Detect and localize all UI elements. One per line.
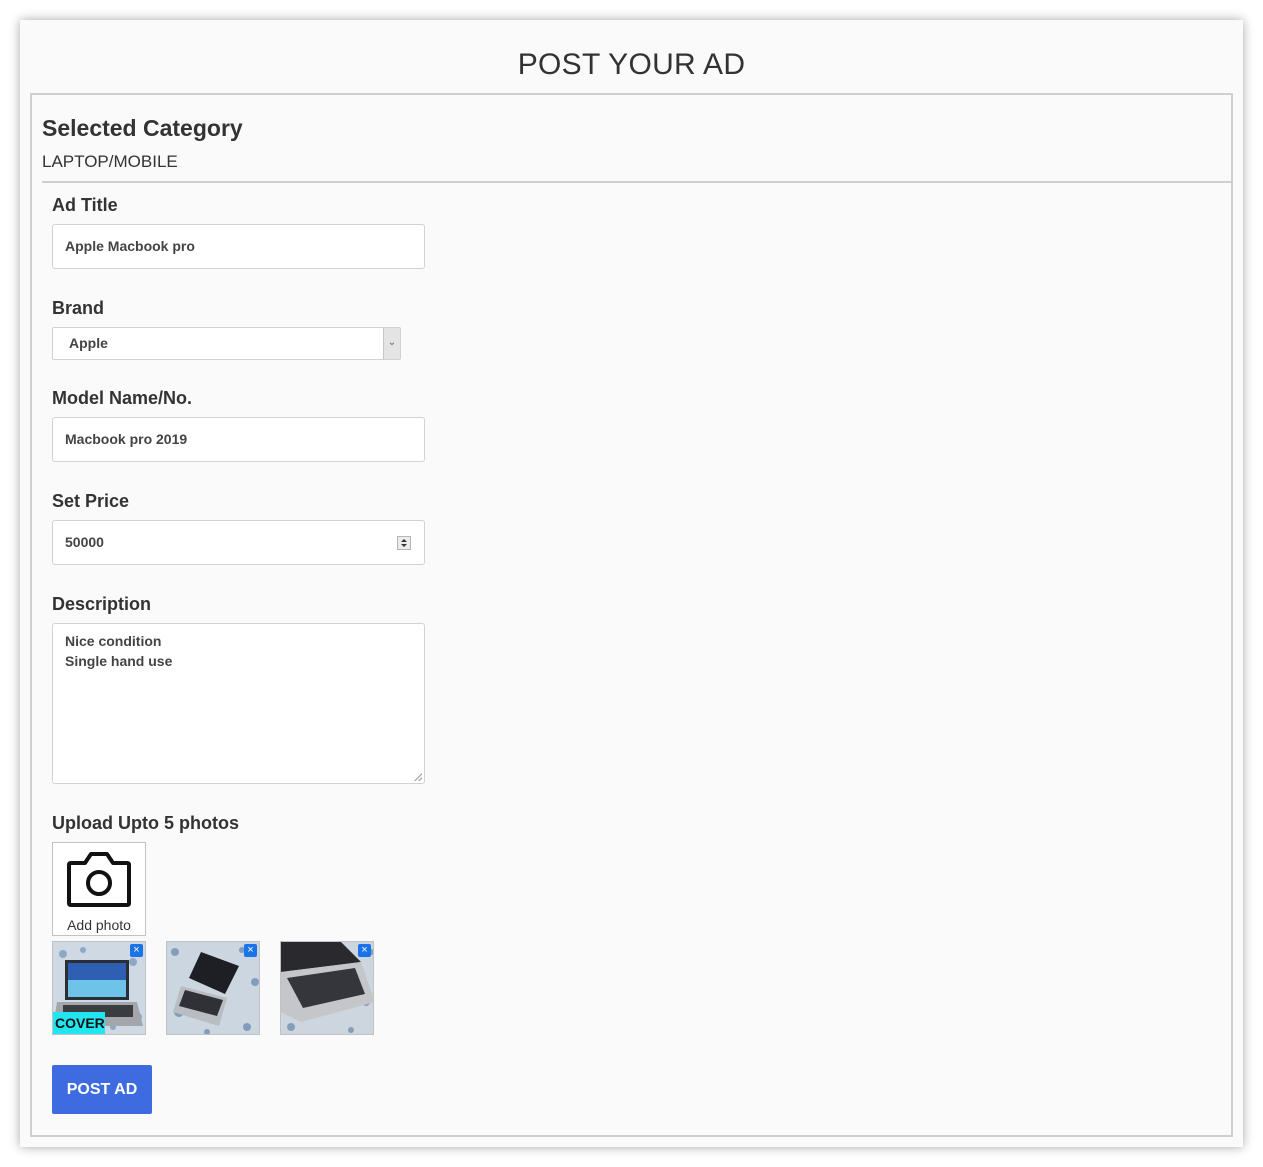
- cover-badge: COVER: [53, 1012, 105, 1034]
- page-title: POST YOUR AD: [517, 48, 746, 81]
- price-value: 50000: [65, 534, 104, 550]
- remove-photo-2-icon[interactable]: ×: [244, 944, 257, 957]
- post-ad-button[interactable]: POST AD: [52, 1065, 152, 1114]
- brand-select[interactable]: Apple ⌄: [52, 327, 401, 360]
- price-input[interactable]: 50000: [52, 520, 425, 565]
- ad-title-label: Ad Title: [52, 195, 118, 215]
- photos-label: Upload Upto 5 photos: [52, 813, 239, 833]
- photo-thumbnail-3[interactable]: ×: [280, 941, 374, 1035]
- add-photo-button[interactable]: Add photo: [52, 842, 146, 936]
- spin-down-icon[interactable]: [401, 544, 407, 547]
- price-label: Set Price: [52, 491, 130, 511]
- camera-icon: [67, 852, 131, 907]
- photo-thumbnail-1[interactable]: × COVER: [52, 941, 146, 1035]
- spin-up-icon[interactable]: [401, 539, 407, 542]
- selected-category-value: LAPTOP/MOBILE: [42, 152, 178, 171]
- chevron-down-icon[interactable]: ⌄: [383, 328, 400, 359]
- ad-title-input[interactable]: Apple Macbook pro: [52, 224, 425, 269]
- brand-label: Brand: [52, 298, 105, 318]
- description-line-1: Nice condition: [65, 633, 162, 649]
- remove-photo-3-icon[interactable]: ×: [358, 944, 371, 957]
- model-input[interactable]: Macbook pro 2019: [52, 417, 425, 462]
- add-photo-label: Add photo: [67, 917, 131, 933]
- description-textarea[interactable]: Nice condition Single hand use: [52, 623, 425, 784]
- model-label: Model Name/No.: [52, 388, 193, 408]
- post-ad-panel: POST YOUR AD Selected Category LAPTOP/MO…: [20, 20, 1243, 1147]
- brand-select-value: Apple: [69, 335, 108, 351]
- ad-form-frame: Selected Category LAPTOP/MOBILE Ad Title…: [30, 93, 1233, 1137]
- resize-grip-icon[interactable]: [414, 773, 422, 781]
- selected-category-heading: Selected Category: [42, 115, 243, 141]
- photo-thumbnail-2[interactable]: ×: [166, 941, 260, 1035]
- spinner-icon[interactable]: [397, 536, 411, 550]
- description-label: Description: [52, 594, 152, 614]
- remove-photo-1-icon[interactable]: ×: [130, 944, 143, 957]
- category-divider: [42, 181, 1231, 183]
- description-line-2: Single hand use: [65, 653, 173, 669]
